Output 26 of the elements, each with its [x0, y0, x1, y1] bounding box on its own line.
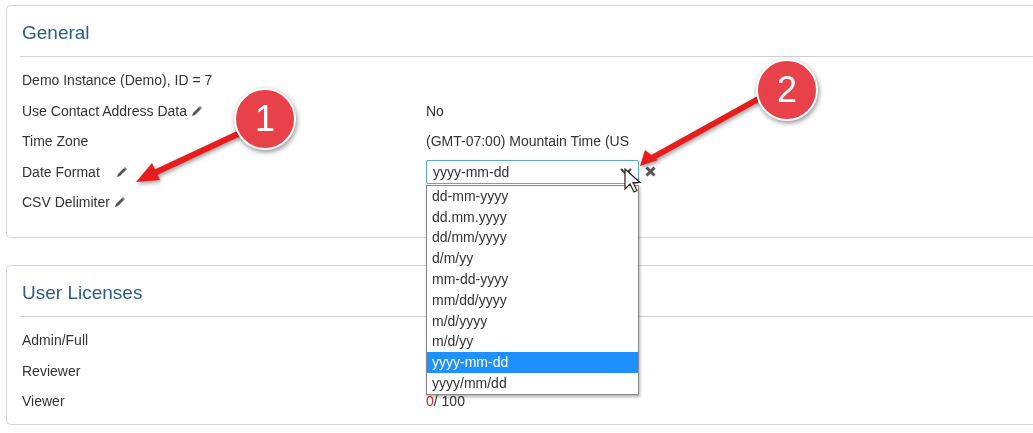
pencil-icon[interactable]: [113, 196, 126, 209]
field-label: Admin/Full: [22, 332, 89, 349]
license-count: 0/ 100: [426, 393, 465, 410]
field-label: Time Zone: [22, 133, 89, 150]
instance-label: Demo Instance (Demo), ID = 7: [21, 72, 213, 89]
dropdown-option[interactable]: m/d/yyyy: [427, 310, 638, 332]
field-label: Reviewer: [22, 362, 81, 379]
field-value: (GMT-07:00) Mountain Time (US: [426, 133, 630, 150]
field-label: Date Format: [22, 163, 100, 180]
dropdown-option[interactable]: dd.mm.yyyy: [427, 206, 638, 228]
dropdown-option[interactable]: dd/mm/yyyy: [427, 227, 638, 249]
date-format-select[interactable]: yyyy-mm-dd: [426, 159, 639, 184]
pencil-icon[interactable]: [191, 104, 203, 117]
close-icon[interactable]: [645, 166, 656, 178]
dropdown-option[interactable]: dd-mm-yyyy: [427, 185, 638, 207]
field-label: Use Contact Address Data: [22, 102, 187, 119]
dropdown-option[interactable]: d/m/yy: [427, 248, 638, 269]
field-value: No: [426, 102, 444, 119]
section-title: General: [20, 18, 1033, 57]
dropdown-option[interactable]: mm/dd/yyyy: [427, 289, 638, 311]
dropdown-option[interactable]: yyyy/mm/dd: [427, 372, 638, 394]
field-label: CSV Delimiter: [22, 194, 110, 211]
pencil-icon[interactable]: [115, 165, 128, 178]
field-label: Viewer: [22, 393, 65, 410]
dropdown-option[interactable]: m/d/yy: [427, 331, 638, 353]
dropdown-option[interactable]: mm-dd-yyyy: [427, 268, 638, 290]
